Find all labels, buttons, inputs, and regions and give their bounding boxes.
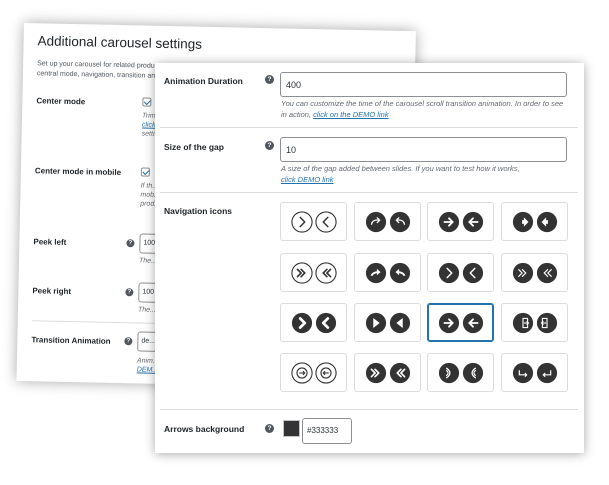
- front-settings-panel: Animation Duration ? You can customize t…: [155, 63, 584, 453]
- double-chevron-outline-prev-icon: [290, 261, 313, 284]
- swirl-chevron-icon[interactable]: [427, 353, 494, 392]
- door-exit-icon[interactable]: [501, 303, 568, 342]
- chevron-bold-next-icon: [315, 312, 336, 333]
- peek-left-help-icon[interactable]: ?: [126, 239, 135, 248]
- peek-right-help-icon[interactable]: ?: [125, 288, 134, 297]
- gap-size-label: Size of the gap: [164, 142, 224, 152]
- bold-arrow-next-icon: [462, 211, 483, 232]
- transition-animation-label: Transition Animation: [31, 335, 111, 346]
- arrows-background-help-icon[interactable]: ?: [265, 424, 274, 433]
- animation-duration-desc: You can customize the time of the carous…: [281, 99, 564, 119]
- door-exit-next-icon: [536, 312, 557, 333]
- curved-arrow-icon[interactable]: [354, 202, 421, 241]
- chevron-filled-next-icon: [462, 262, 483, 283]
- animation-duration-label: Animation Duration: [164, 76, 243, 86]
- triangle-icon[interactable]: [354, 303, 421, 342]
- navigation-icons-label: Navigation icons: [164, 206, 233, 216]
- hook-arrow-icon[interactable]: [354, 253, 421, 292]
- separator: [160, 409, 578, 410]
- animation-duration-help-icon[interactable]: ?: [265, 75, 274, 84]
- return-arrow-next-icon: [536, 362, 557, 383]
- circle-arrow-prev-icon: [290, 361, 313, 384]
- bold-arrow-icon[interactable]: [427, 202, 494, 241]
- animation-duration-input[interactable]: [280, 72, 567, 97]
- curved-arrow-prev-icon: [365, 211, 386, 232]
- gap-size-desc: A size of the gap added between slides. …: [281, 164, 520, 184]
- arrows-background-swatch[interactable]: [283, 420, 300, 437]
- circle-arrow-next-icon: [314, 361, 337, 384]
- arrows-background-label: Arrows background: [164, 424, 245, 434]
- arrow-block-icon[interactable]: [501, 202, 568, 241]
- gap-size-input[interactable]: [280, 137, 567, 162]
- door-exit-prev-icon: [512, 312, 533, 333]
- arrow-thin-next-icon: [462, 312, 483, 333]
- center-mode-label: Center mode: [36, 96, 86, 107]
- center-mode-checkbox[interactable]: [142, 97, 152, 107]
- chevron-filled-prev-icon: [438, 262, 459, 283]
- transition-animation-help-icon[interactable]: ?: [124, 337, 133, 346]
- curved-arrow-next-icon: [389, 211, 410, 232]
- hook-arrow-next-icon: [389, 262, 410, 283]
- bold-arrow-prev-icon: [438, 211, 459, 232]
- peek-right-desc: The...: [137, 306, 156, 314]
- double-chevron-filled-prev-icon: [365, 362, 386, 383]
- chevron-filled-icon[interactable]: [427, 253, 494, 292]
- double-angle-prev-icon: [512, 262, 533, 283]
- double-angle-icon[interactable]: [501, 253, 568, 292]
- arrow-block-next-icon: [536, 211, 557, 232]
- triangle-next-icon: [389, 312, 410, 333]
- chevron-bold-prev-icon: [291, 312, 312, 333]
- double-chevron-filled-icon[interactable]: [354, 353, 421, 392]
- chevron-outline-icon[interactable]: [280, 202, 347, 241]
- chevron-bold-icon[interactable]: [280, 303, 347, 342]
- double-chevron-outline-icon[interactable]: [280, 253, 347, 292]
- double-angle-next-icon: [536, 262, 557, 283]
- arrow-thin-prev-icon: [438, 312, 459, 333]
- separator: [160, 127, 578, 128]
- circle-arrow-icon[interactable]: [280, 353, 347, 392]
- arrows-background-input[interactable]: #333333: [302, 418, 352, 444]
- swirl-chevron-next-icon: [462, 362, 483, 383]
- separator: [160, 192, 578, 193]
- swirl-chevron-prev-icon: [438, 362, 459, 383]
- double-chevron-outline-next-icon: [314, 261, 337, 284]
- center-mode-mobile-checkbox[interactable]: [140, 167, 150, 177]
- gap-size-help-icon[interactable]: ?: [265, 141, 274, 150]
- peek-right-label: Peek right: [32, 286, 72, 297]
- return-arrow-prev-icon: [512, 362, 533, 383]
- animation-duration-demo-link[interactable]: click on the DEMO link: [313, 110, 388, 119]
- peek-left-label: Peek left: [33, 237, 67, 247]
- chevron-outline-next-icon: [314, 210, 337, 233]
- return-arrow-icon[interactable]: [501, 353, 568, 392]
- arrow-thin-icon[interactable]: [427, 303, 494, 342]
- back-panel-title: Additional carousel settings: [37, 33, 203, 52]
- triangle-prev-icon: [365, 312, 386, 333]
- chevron-outline-prev-icon: [290, 210, 313, 233]
- gap-size-demo-link[interactable]: click DEMO link: [281, 175, 334, 184]
- arrow-block-prev-icon: [512, 211, 533, 232]
- hook-arrow-prev-icon: [365, 262, 386, 283]
- double-chevron-filled-next-icon: [389, 362, 410, 383]
- center-mode-mobile-label: Center mode in mobile: [34, 166, 122, 178]
